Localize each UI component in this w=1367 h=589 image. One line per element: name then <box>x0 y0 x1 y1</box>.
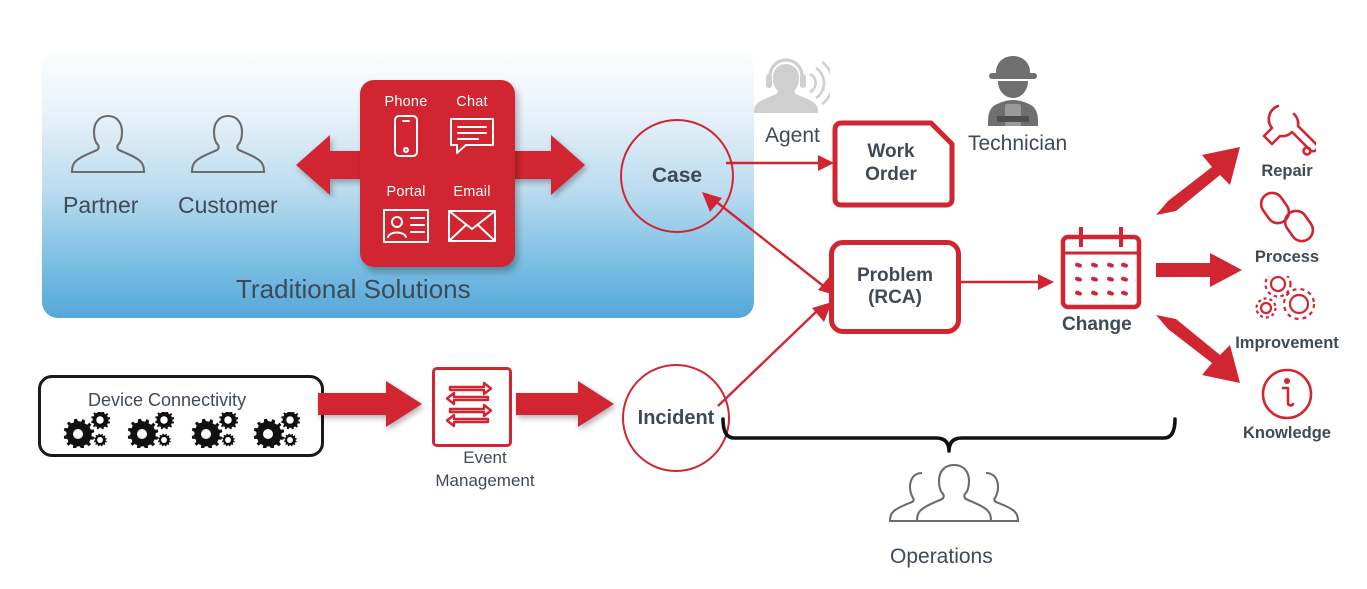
channels-box: Phone Chat Portal Email <box>360 80 515 267</box>
work-order-box[interactable] <box>827 120 955 208</box>
technician-label: Technician <box>968 132 1068 155</box>
chain-link-icon <box>1212 186 1362 246</box>
channel-chat[interactable]: Chat <box>436 94 508 160</box>
channel-portal-label: Portal <box>386 184 426 200</box>
outcome-improvement-label: Improvement <box>1235 334 1339 352</box>
incident-to-problem-arrow <box>717 302 832 407</box>
outcome-knowledge[interactable]: Knowledge <box>1212 362 1362 443</box>
gears-icon <box>1212 272 1362 332</box>
info-circle-icon <box>1212 362 1362 422</box>
wrench-icon <box>1212 100 1362 160</box>
event-management-label: Event Management <box>430 447 540 493</box>
case-label: Case <box>651 164 703 187</box>
operations-label: Operations <box>890 545 993 568</box>
customer-label: Customer <box>178 192 278 218</box>
technician-hardhat-icon <box>988 56 1038 126</box>
agent-headset-icon <box>754 58 830 113</box>
event-management-label-line1: Event <box>463 448 507 467</box>
channel-email-label: Email <box>453 184 491 200</box>
channel-phone-label: Phone <box>384 94 428 110</box>
outcome-knowledge-label: Knowledge <box>1242 424 1331 442</box>
event-management-label-line2: Management <box>435 470 535 490</box>
channel-email[interactable]: Email <box>436 184 508 250</box>
channel-portal[interactable]: Portal <box>370 184 442 250</box>
portal-card-icon <box>370 202 442 250</box>
outcome-process-label: Process <box>1254 248 1320 266</box>
agent-label: Agent <box>765 124 820 147</box>
channel-phone[interactable]: Phone <box>370 94 442 160</box>
chat-bubble-icon <box>436 112 508 160</box>
operations-brace <box>721 417 1177 453</box>
outbound-arrow-right-icon <box>503 135 585 195</box>
outcome-improvement[interactable]: Improvement <box>1212 272 1362 353</box>
case-to-work-order-arrow <box>726 155 834 171</box>
gears-icon <box>63 412 301 448</box>
change-label: Change <box>1062 314 1132 335</box>
person-icon <box>190 114 266 174</box>
channel-chat-label: Chat <box>456 94 488 110</box>
problem-to-change-arrow <box>958 274 1054 290</box>
phone-icon <box>370 112 442 160</box>
person-icon <box>70 114 146 174</box>
device-connectivity-label: Device Connectivity <box>88 390 247 410</box>
device-to-event-arrow <box>318 381 422 427</box>
outcome-repair-label: Repair <box>1261 162 1313 180</box>
outcome-repair[interactable]: Repair <box>1212 100 1362 181</box>
case-problem-double-arrow <box>702 192 838 296</box>
change-calendar-icon[interactable] <box>1055 225 1147 313</box>
problem-rca-box[interactable]: Problem (RCA) <box>829 240 961 334</box>
three-people-icon <box>888 463 1020 523</box>
event-to-incident-arrow <box>516 381 614 427</box>
incident-node[interactable]: Incident <box>622 364 730 472</box>
traditional-solutions-title: Traditional Solutions <box>236 274 471 304</box>
problem-label-line1: Problem <box>856 265 934 287</box>
envelope-icon <box>436 202 508 250</box>
partner-label: Partner <box>63 192 139 218</box>
exchange-arrows-icon <box>445 381 493 428</box>
incident-label: Incident <box>637 406 715 429</box>
problem-label-line2: (RCA) <box>868 287 922 308</box>
outcome-process[interactable]: Process <box>1212 186 1362 267</box>
